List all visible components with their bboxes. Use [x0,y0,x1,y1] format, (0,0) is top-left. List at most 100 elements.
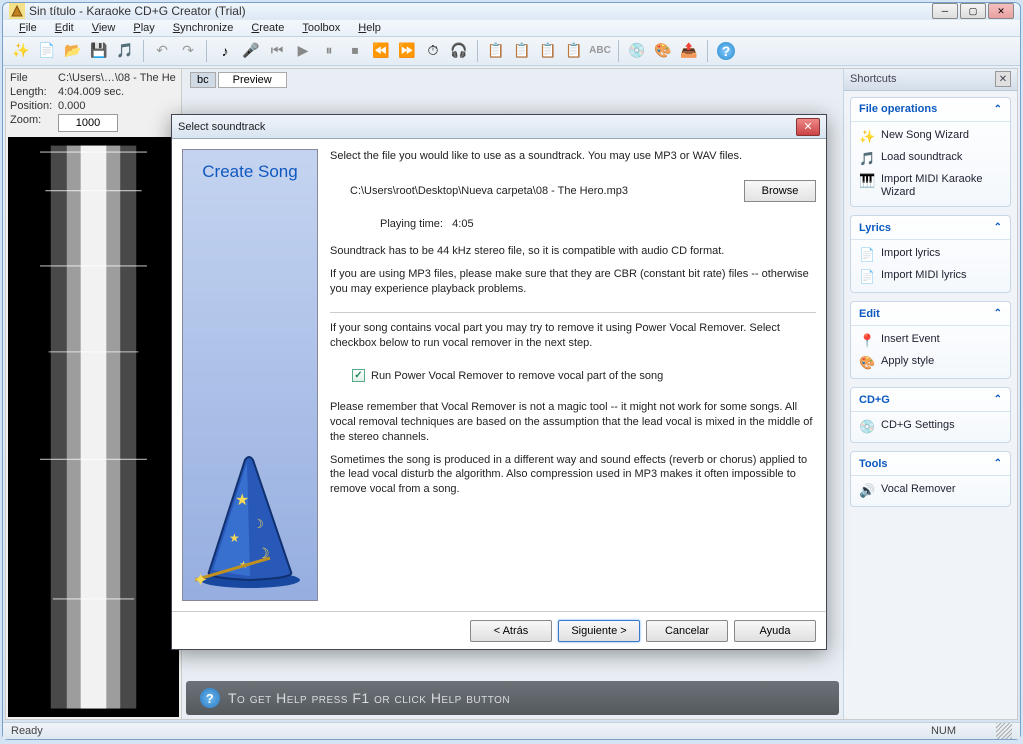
doc1-icon[interactable]: 📋 [484,39,508,63]
group-header[interactable]: CD+G⌃ [851,388,1010,412]
forward-icon[interactable]: ⏩ [395,39,419,63]
disclaimer-2: Sometimes the song is produced in a diff… [330,453,816,498]
shortcut-item[interactable]: 🔊Vocal Remover [857,480,1004,502]
menu-help[interactable]: Help [350,20,389,36]
soundtrack-path: C:\Users\root\Desktop\Nueva carpeta\08 -… [350,185,732,197]
note-icon[interactable]: ♪ [213,39,237,63]
menubar: File Edit View Play Synchronize Create T… [3,20,1020,37]
file-value: C:\Users\…\08 - The He [58,72,177,84]
shortcut-icon: 🎹 [859,173,875,189]
shortcut-item[interactable]: 📍Insert Event [857,330,1004,352]
headphones-icon[interactable]: 🎧 [447,39,471,63]
chevron-up-icon: ⌃ [994,222,1002,233]
timer-icon[interactable]: ⏱ [421,39,445,63]
dialog-close-button[interactable]: ✕ [796,118,820,136]
waveform-display[interactable] [8,137,179,717]
menu-synchronize[interactable]: Synchronize [165,20,242,36]
doc4-icon[interactable]: 📋 [562,39,586,63]
menu-file[interactable]: File [11,20,45,36]
svg-text:☽: ☽ [253,517,264,531]
group-header[interactable]: Tools⌃ [851,452,1010,476]
svg-text:★: ★ [235,492,249,509]
mic-icon[interactable]: 🎤 [239,39,263,63]
shortcut-item[interactable]: 🎹 Import MIDI Karaoke Wizard [857,170,1004,202]
position-value: 0.000 [58,100,177,112]
redo-icon[interactable]: ↷ [176,39,200,63]
chevron-up-icon: ⌃ [994,308,1002,319]
length-label: Length: [10,86,58,98]
chevron-up-icon: ⌃ [994,104,1002,115]
maximize-button[interactable]: ▢ [960,3,986,19]
play-icon[interactable]: ▶ [291,39,315,63]
dialog-title: Select soundtrack [178,121,265,133]
menu-create[interactable]: Create [243,20,292,36]
shortcut-item[interactable]: 📄Import MIDI lyrics [857,266,1004,288]
shortcut-label: CD+G Settings [881,419,955,432]
help-strip-text: To get Help press F1 or click Help butto… [228,690,510,706]
help-icon[interactable]: ? [714,39,738,63]
wizard-sidebar: Create Song ★ ☽ ★ ☽ ★ ✦ [182,149,318,601]
open-icon[interactable]: 📂 [61,39,85,63]
palette-icon[interactable]: 🎨 [651,39,675,63]
zoom-input[interactable] [58,114,118,132]
zoom-label: Zoom: [10,114,58,132]
shortcut-group: Edit⌃ 📍Insert Event🎨Apply style [850,301,1011,379]
cancel-button[interactable]: Cancelar [646,620,728,642]
shortcut-item[interactable]: 🎵Load soundtrack [857,148,1004,170]
app-icon [9,3,25,19]
cd-icon[interactable]: 💿 [625,39,649,63]
menu-view[interactable]: View [84,20,124,36]
shortcut-icon: 🎵 [859,151,875,167]
shortcut-icon: 📄 [859,247,875,263]
wizard-hat-icon: ★ ☽ ★ ☽ ★ ✦ [195,450,305,590]
shortcut-item[interactable]: 📄Import lyrics [857,244,1004,266]
menu-toolbox[interactable]: Toolbox [294,20,348,36]
tab-preview[interactable]: Preview [218,72,287,88]
close-button[interactable]: ✕ [988,3,1014,19]
note-cbr: If you are using MP3 files, please make … [330,267,816,297]
shortcuts-close-icon[interactable]: ✕ [995,71,1011,87]
save-icon[interactable]: 💾 [87,39,111,63]
shortcut-item[interactable]: 💿 CD+G Settings [857,416,1004,438]
menu-edit[interactable]: Edit [47,20,82,36]
export-icon[interactable]: 📤 [677,39,701,63]
abc-icon[interactable]: ABC [588,39,612,63]
shortcut-icon: 🔊 [859,483,875,499]
doc3-icon[interactable]: 📋 [536,39,560,63]
help-button[interactable]: Ayuda [734,620,816,642]
statusbar: Ready NUM [3,722,1020,739]
shortcut-item[interactable]: 🎨Apply style [857,352,1004,374]
doc2-icon[interactable]: 📋 [510,39,534,63]
group-header[interactable]: Edit⌃ [851,302,1010,326]
group-title: File operations [859,103,937,115]
back-button[interactable]: < Atrás [470,620,552,642]
group-header[interactable]: File operations ⌃ [851,98,1010,122]
group-header[interactable]: Lyrics⌃ [851,216,1010,240]
playing-time-value: 4:05 [452,218,473,230]
shortcut-icon: 📍 [859,333,875,349]
shortcut-icon: 💿 [859,419,875,435]
stop-icon[interactable]: ⏹ [343,39,367,63]
shortcut-item[interactable]: ✨New Song Wizard [857,126,1004,148]
tab-bc[interactable]: bc [190,72,216,88]
file-label: File [10,72,58,84]
shortcut-label: Import MIDI lyrics [881,269,967,282]
playing-time-label: Playing time: [380,218,443,230]
skip-start-icon[interactable]: ⏮ [265,39,289,63]
rewind-icon[interactable]: ⏪ [369,39,393,63]
minimize-button[interactable]: ─ [932,3,958,19]
menu-play[interactable]: Play [125,20,162,36]
next-button[interactable]: Siguiente > [558,620,640,642]
browse-button[interactable]: Browse [744,180,816,202]
status-num: NUM [931,725,956,737]
length-value: 4:04.009 sec. [58,86,177,98]
shortcut-label: Apply style [881,355,934,368]
shortcut-label: Import MIDI Karaoke Wizard [881,173,1002,199]
new-icon[interactable]: 📄 [35,39,59,63]
vocal-remover-checkbox[interactable]: ✓ [352,369,365,382]
pause-icon[interactable]: ⏸ [317,39,341,63]
music-file-icon[interactable]: 🎵 [113,39,137,63]
wizard-icon[interactable]: ✨ [9,39,33,63]
undo-icon[interactable]: ↶ [150,39,174,63]
resize-grip-icon[interactable] [996,723,1012,739]
